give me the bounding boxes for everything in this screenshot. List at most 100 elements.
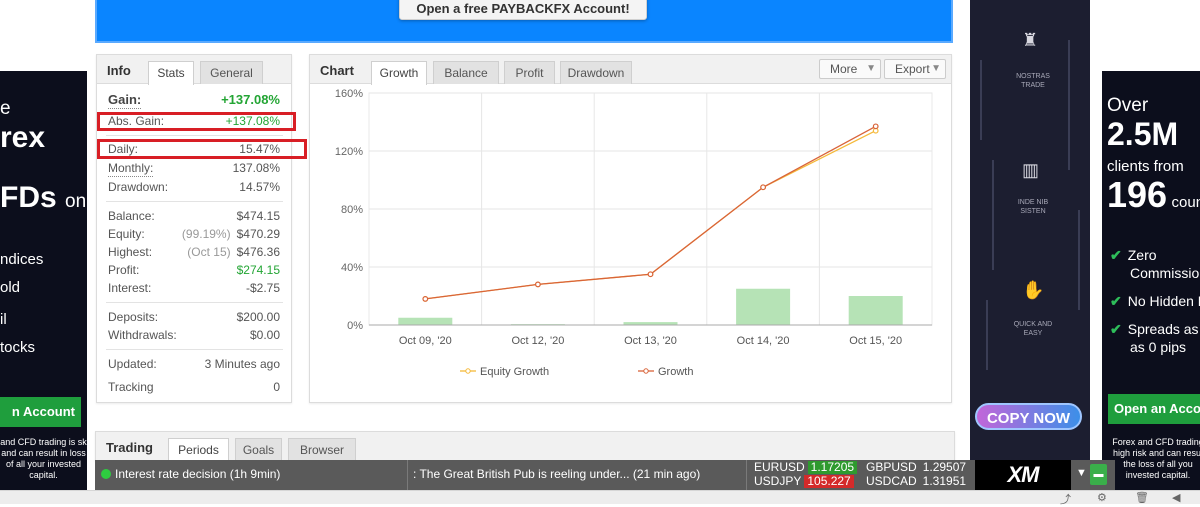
balance-row: Balance: $474.15 — [108, 208, 280, 224]
interest-row: Interest: -$2.75 — [108, 280, 280, 296]
news-ticker: Interest rate decision (1h 9min) : The G… — [95, 460, 1115, 490]
chevron-down-icon: ▼ — [866, 63, 876, 74]
tab-browser[interactable]: Browser — [288, 438, 356, 461]
fx-quote-gbpusd[interactable]: GBPUSD 1.29507 — [866, 461, 969, 474]
ad-left-item: tocks — [0, 339, 36, 356]
right-ad-banner[interactable]: Over 2.5M clients from 196 count ✔ZeroCo… — [1102, 71, 1200, 490]
ad-left-line1: e — [0, 98, 11, 119]
chevron-down-icon: ▼ — [931, 63, 941, 74]
ad-right-disclaimer: Forex and CFD trading high risk and can … — [1112, 437, 1200, 480]
ad-right-item: ✔ No Hidden F — [1110, 293, 1200, 309]
chart-title: Chart — [320, 63, 354, 78]
withdrawals-label: Withdrawals: — [108, 328, 177, 342]
check-icon: ✔ — [1110, 247, 1122, 263]
chat-icon[interactable]: ▬ — [1090, 464, 1107, 485]
tracking-row: Tracking 0 — [108, 379, 280, 395]
highlight-box — [97, 139, 307, 159]
ad-right-item: ✔ Spreads as as 0 pips — [1110, 321, 1199, 355]
right-ad-strip[interactable]: ♜ NOSTRAS TRADE ▥ INDE NIB SISTEN ✋ QUIC… — [970, 0, 1090, 460]
highlight-box — [97, 112, 296, 131]
y-tick-label: 120% — [335, 146, 363, 158]
info-panel-header: Info Stats General — [97, 55, 291, 85]
tab-profit[interactable]: Profit — [504, 61, 555, 84]
x-tick-label: Oct 12, '20 — [511, 335, 564, 347]
ticker-news-item[interactable]: : The Great British Pub is reeling under… — [413, 467, 700, 481]
check-icon: ✔ — [1110, 293, 1122, 309]
ad-right-big2-line: 196 count — [1107, 174, 1200, 215]
ad-left-line3: FDs on — [0, 181, 87, 214]
trading-panel: Trading Periods Goals Browser — [95, 431, 955, 462]
bar — [848, 296, 903, 325]
hand-icon: ✋ — [1022, 280, 1045, 300]
tracking-value: 0 — [273, 380, 280, 394]
legend-marker — [643, 368, 649, 374]
trash-icon[interactable]: 🗑 — [1135, 491, 1149, 504]
left-ad-banner[interactable]: e rex FDs on ndices old il tocks n Accou… — [0, 71, 87, 490]
chevron-down-icon[interactable]: ▼ — [1076, 467, 1087, 479]
tab-stats[interactable]: Stats — [148, 61, 194, 85]
highest-value: $476.36 — [236, 245, 280, 259]
growth-chart: 0% 40% 80% 120% 160% Oct 09, '20 Oct 12, '20 Oc… — [335, 88, 933, 378]
updated-label: Updated: — [108, 357, 157, 371]
equity-row: Equity: (99.19%) $470.29 — [108, 226, 280, 242]
settings-icon[interactable]: ⚙ — [1097, 491, 1107, 504]
xm-logo[interactable]: XM — [975, 460, 1071, 490]
x-tick-label: Oct 15, '20 — [849, 335, 902, 347]
ad-left-disclaimer: and CFD trading is sk and can result in … — [0, 437, 87, 480]
ad-right-open-account-button[interactable]: Open an Acco — [1108, 394, 1200, 424]
withdrawals-row: Withdrawals: $0.00 — [108, 327, 280, 343]
data-point — [422, 295, 429, 302]
chart-panel-header: Chart Growth Balance Profit Drawdown Mor… — [310, 55, 951, 85]
x-tick-label: Oct 09, '20 — [399, 335, 452, 347]
tab-general[interactable]: General — [200, 61, 263, 84]
ad-strip-label: NOSTRAS TRADE — [1016, 73, 1050, 89]
updated-value: 3 Minutes ago — [204, 357, 280, 371]
tab-goals[interactable]: Goals — [235, 438, 282, 461]
tab-drawdown[interactable]: Drawdown — [560, 61, 632, 84]
data-point — [872, 123, 879, 130]
open-account-button[interactable]: Open a free PAYBACKFX Account! — [399, 0, 647, 20]
ad-left-open-account-button[interactable]: n Account — [0, 397, 81, 427]
sound-icon[interactable]: ◀ — [1172, 491, 1180, 504]
legend-label: Equity Growth — [480, 366, 549, 378]
chart-icon: ▥ — [1022, 160, 1040, 180]
drawdown-label: Drawdown: — [108, 180, 169, 194]
fx-quote-usdjpy[interactable]: USDJPY 105.227 — [754, 475, 854, 488]
export-dropdown[interactable]: Export ▼ — [884, 59, 946, 79]
tab-periods[interactable]: Periods — [168, 438, 229, 462]
ticker-news-item[interactable]: Interest rate decision (1h 9min) — [115, 467, 280, 481]
fx-quote-usdcad[interactable]: USDCAD 1.31951 — [866, 475, 969, 488]
highest-row: Highest: (Oct 15) $476.36 — [108, 244, 280, 260]
data-point — [534, 281, 541, 288]
gain-label: Gain: — [108, 92, 142, 109]
y-tick-label: 0% — [347, 320, 363, 332]
copy-now-button[interactable]: COPY NOW — [975, 403, 1082, 430]
deposits-label: Deposits: — [108, 310, 159, 324]
status-bar: ⤴ ⚙ 🗑 ◀ — [0, 490, 1200, 507]
drawdown-row: Drawdown: 14.57% — [108, 179, 280, 195]
fx-quote-eurusd[interactable]: EURUSD 1.17205 — [754, 461, 858, 474]
tab-growth[interactable]: Growth — [371, 61, 427, 85]
profit-row: Profit: $274.15 — [108, 262, 280, 278]
live-dot-icon — [101, 469, 111, 479]
interest-label: Interest: — [108, 281, 152, 295]
info-title: Info — [107, 63, 131, 78]
deposits-value: $200.00 — [236, 310, 280, 324]
check-icon: ✔ — [1110, 321, 1122, 337]
ad-right-big1: 2.5M — [1107, 116, 1179, 152]
trophy-icon: ♜ — [1022, 30, 1039, 50]
highest-label: Highest: — [108, 245, 153, 259]
bar — [736, 288, 791, 325]
equity-pct: (99.19%) — [181, 227, 231, 241]
tab-balance[interactable]: Balance — [433, 61, 499, 84]
deposits-row: Deposits: $200.00 — [108, 309, 280, 325]
tracking-label: Tracking — [108, 380, 154, 394]
more-dropdown[interactable]: More ▼ — [819, 59, 881, 79]
share-icon[interactable]: ⤴ — [1060, 491, 1071, 507]
ad-left-item: il — [0, 311, 7, 328]
monthly-row: Monthly: 137.08% — [108, 160, 280, 177]
promo-banner: Open a free PAYBACKFX Account! — [95, 0, 953, 43]
balance-value: $474.15 — [236, 209, 280, 223]
highest-date: (Oct 15) — [187, 245, 231, 259]
profit-value: $274.15 — [236, 263, 280, 277]
